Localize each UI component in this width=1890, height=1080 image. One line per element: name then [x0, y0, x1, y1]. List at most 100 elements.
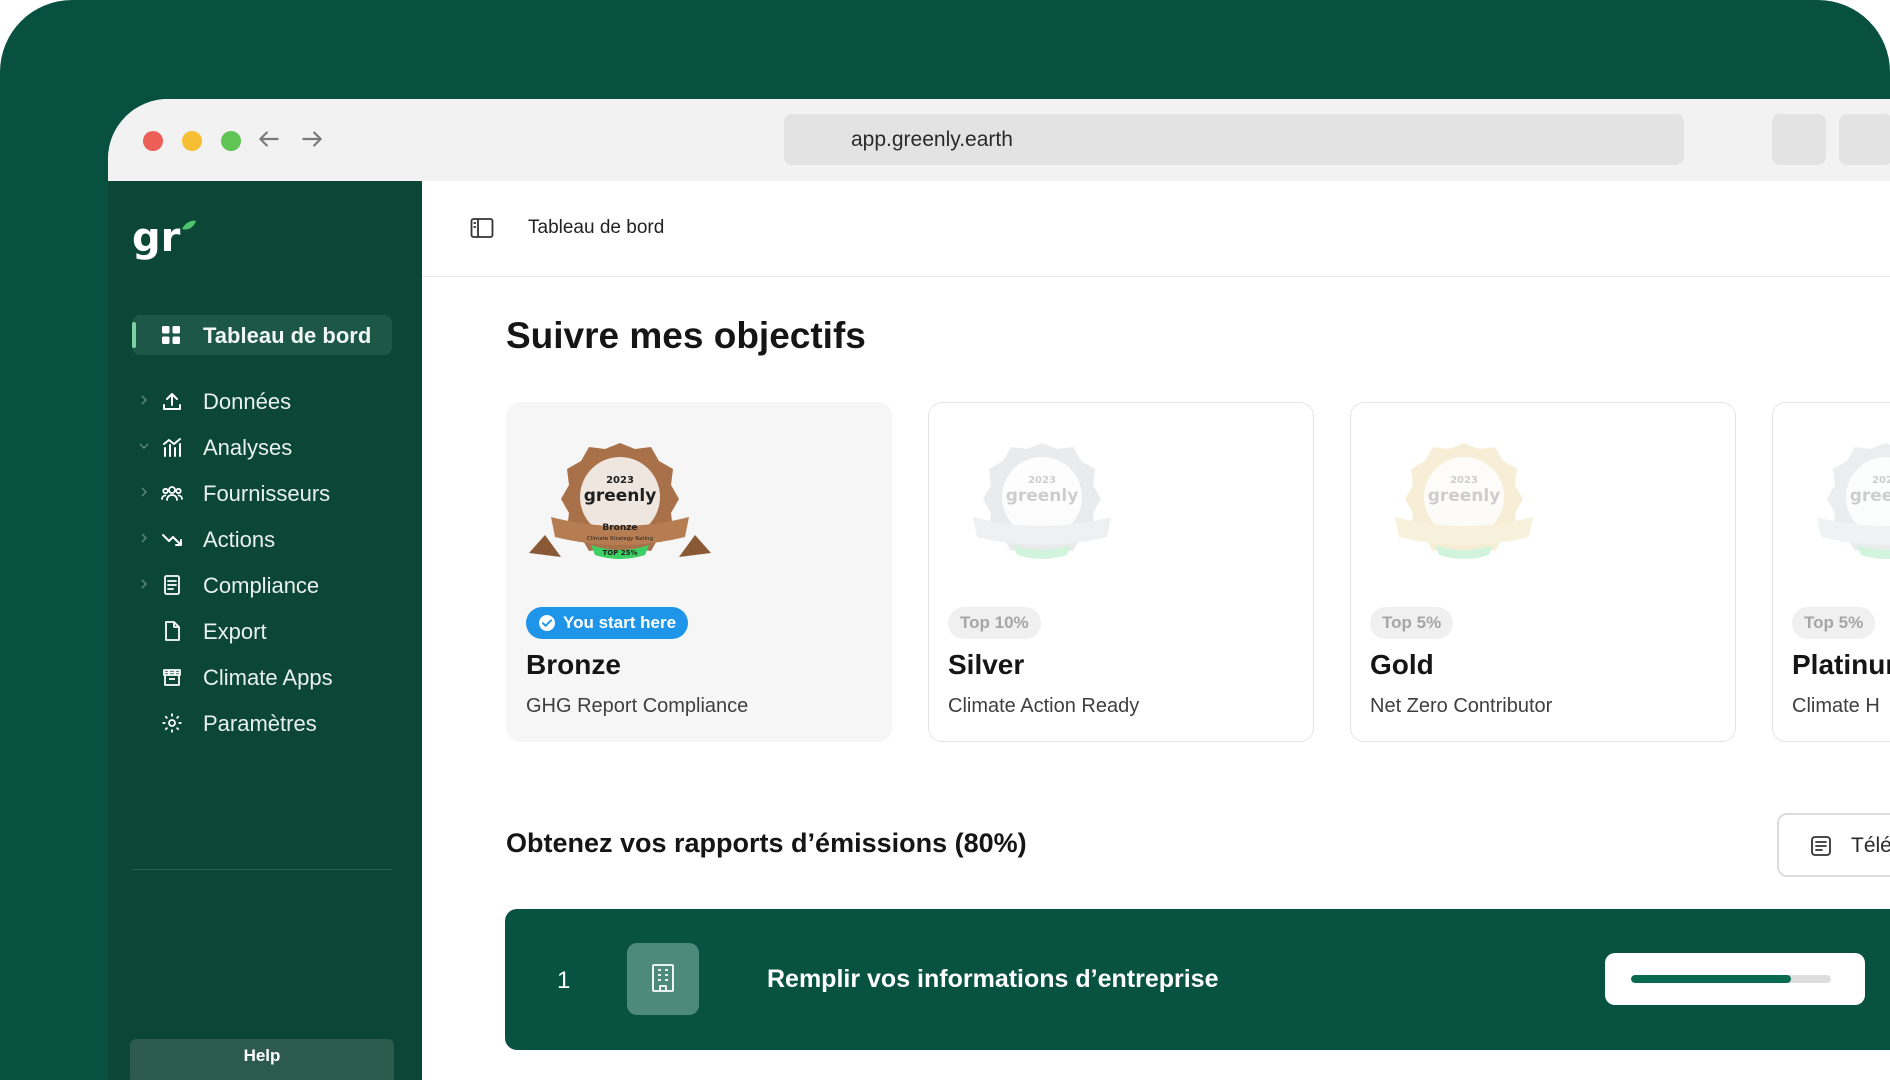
objective-card-bronze[interactable]: 2023 greenly Bronze Climate Strategy Rat…: [506, 402, 892, 742]
svg-text:greenly: greenly: [1850, 486, 1890, 506]
rank-badge: Top 5%: [1370, 607, 1454, 639]
upload-icon: [163, 393, 181, 410]
svg-text:TOP 25%: TOP 25%: [602, 549, 637, 557]
svg-text:Climate Strategy Rating: Climate Strategy Rating: [587, 536, 653, 542]
active-indicator: [132, 322, 136, 348]
objectives-title: Suivre mes objectifs: [506, 315, 866, 356]
back-button[interactable]: [253, 121, 285, 157]
page-header: Tableau de bord: [422, 181, 1890, 277]
svg-text:Bronze: Bronze: [602, 523, 637, 533]
check-circle-icon: [539, 615, 555, 631]
chevron-right-icon: [141, 533, 148, 543]
sidebar-item-climate-apps[interactable]: Climate Apps: [132, 657, 392, 697]
breadcrumb: Tableau de bord: [528, 217, 665, 238]
objective-card-silver[interactable]: 2023 greenly Top 10% Silver Climate Acti…: [928, 402, 1314, 742]
svg-text:greenly: greenly: [1006, 486, 1079, 506]
sidebar-item-label: Données: [203, 389, 292, 414]
step-icon-box: [627, 943, 699, 1015]
browser-action-button-2[interactable]: [1839, 114, 1890, 165]
app-frame: app.greenly.earth gr Tableau de bord Don…: [0, 0, 1890, 1080]
sidebar-item-label: Compliance: [203, 573, 320, 598]
sidebar-item-label: Fournisseurs: [203, 481, 331, 506]
sidebar-item-fournisseurs[interactable]: Fournisseurs: [132, 473, 392, 513]
pill-label: Top 5%: [1382, 613, 1442, 632]
greenly-logo: gr: [132, 215, 196, 261]
download-button[interactable]: Télé: [1777, 813, 1890, 877]
gear-icon: [162, 713, 182, 733]
pill-label: You start here: [563, 613, 677, 632]
forward-button[interactable]: [296, 121, 328, 157]
sidebar-item-parametres[interactable]: Paramètres: [132, 703, 392, 743]
svg-text:2023: 2023: [1028, 475, 1056, 486]
help-button[interactable]: Help: [130, 1039, 394, 1080]
sidebar-item-label: Analyses: [203, 435, 293, 460]
step-number: 1: [557, 967, 571, 994]
tier-subtitle: GHG Report Compliance: [526, 695, 749, 717]
sidebar-item-donnees[interactable]: Données: [132, 381, 392, 421]
svg-text:greenly: greenly: [584, 486, 657, 506]
document-list-icon: [164, 575, 180, 595]
silver-badge-icon: 2023 greenly: [973, 443, 1111, 559]
trend-down-icon: [162, 534, 182, 546]
store-icon: [163, 669, 181, 686]
svg-text:greenly: greenly: [1428, 486, 1501, 506]
tier-name: Bronze: [526, 649, 621, 680]
step-title: Remplir vos informations d’entreprise: [767, 965, 1219, 993]
sidebar-item-label: Actions: [203, 527, 276, 552]
tier-name: Silver: [948, 649, 1025, 680]
objective-card-gold[interactable]: 2023 greenly Top 5% Gold Net Zero Contri…: [1350, 402, 1736, 742]
svg-text:2023: 2023: [1450, 475, 1478, 486]
sidebar-item-compliance[interactable]: Compliance: [132, 565, 392, 605]
document-icon: [1811, 836, 1831, 856]
tier-name: Gold: [1370, 649, 1434, 680]
tier-subtitle: Climate H: [1792, 695, 1880, 717]
step-company-info[interactable]: 1 Remplir vos informations d’entreprise: [505, 909, 1890, 1050]
browser-action-button[interactable]: [1772, 114, 1826, 165]
chevron-down-icon: [139, 443, 149, 450]
svg-text:2023: 2023: [1872, 475, 1890, 486]
objective-card-platinum[interactable]: 2023 greenly Top 5% Platinum Climate H: [1772, 402, 1890, 742]
sidebar-item-label: Tableau de bord: [203, 323, 372, 348]
rank-badge: Top 10%: [948, 607, 1041, 639]
sidebar-toggle-icon[interactable]: [470, 217, 494, 239]
chevron-right-icon: [141, 487, 148, 497]
chevron-right-icon: [141, 395, 148, 405]
file-icon: [165, 621, 180, 641]
browser-window: app.greenly.earth gr Tableau de bord Don…: [108, 99, 1890, 1080]
reports-title: Obtenez vos rapports d’émissions (80%): [506, 828, 1027, 858]
maximize-window-button[interactable]: [221, 131, 241, 151]
sidebar-item-export[interactable]: Export: [132, 611, 392, 651]
pill-label: Top 10%: [960, 613, 1029, 632]
sidebar-item-actions[interactable]: Actions: [132, 519, 392, 559]
minimize-window-button[interactable]: [182, 131, 202, 151]
arrow-left-icon: [259, 131, 279, 147]
browser-toolbar: app.greenly.earth: [108, 99, 1890, 181]
sidebar-item-label: Climate Apps: [203, 665, 333, 690]
sidebar-item-analyses[interactable]: Analyses: [132, 427, 392, 467]
building-icon: [652, 964, 674, 992]
rank-badge: Top 5%: [1792, 607, 1876, 639]
pill-label: Top 5%: [1804, 613, 1864, 632]
progress-fill: [1631, 975, 1791, 983]
sidebar-item-label: Export: [203, 619, 267, 644]
chevron-right-icon: [141, 579, 148, 589]
svg-text:gr: gr: [132, 215, 181, 261]
close-window-button[interactable]: [143, 131, 163, 151]
tier-subtitle: Net Zero Contributor: [1370, 695, 1553, 717]
progress-bar: [1631, 975, 1831, 983]
bronze-badge-icon: 2023 greenly Bronze Climate Strategy Rat…: [529, 443, 711, 559]
download-label: Télé: [1851, 834, 1890, 857]
address-bar[interactable]: app.greenly.earth: [784, 114, 1684, 165]
analytics-icon: [163, 438, 181, 457]
platinum-badge-icon: 2023 greenly: [1817, 443, 1890, 559]
svg-text:2023: 2023: [606, 475, 634, 486]
tier-subtitle: Climate Action Ready: [948, 695, 1140, 717]
tier-name: Platinum: [1792, 649, 1890, 680]
gold-badge-icon: 2023 greenly: [1395, 443, 1533, 559]
sidebar-item-tableau-de-bord[interactable]: Tableau de bord: [132, 315, 392, 355]
people-icon: [161, 486, 183, 501]
sidebar-item-label: Paramètres: [203, 711, 317, 736]
step-progress-container: [1605, 953, 1865, 1005]
arrow-right-icon: [302, 131, 322, 147]
sidebar: gr Tableau de bord Données Analyses Four…: [108, 181, 422, 1080]
